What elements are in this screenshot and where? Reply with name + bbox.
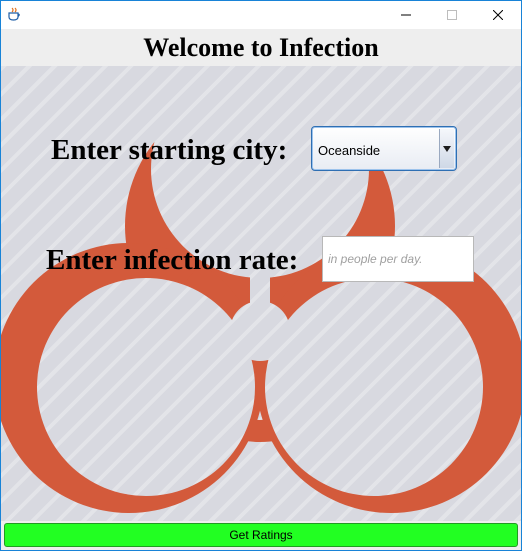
minimize-button[interactable]: [383, 1, 429, 29]
header-panel: Welcome to Infection: [1, 29, 521, 66]
maximize-button[interactable]: [429, 1, 475, 29]
selected-city-value: Oceanside: [318, 143, 381, 158]
infection-rate-label: Enter infection rate:: [46, 244, 299, 276]
dropdown-arrow-button[interactable]: [439, 129, 454, 168]
app-window: Welcome to Infection Enter starting city…: [0, 0, 522, 551]
title-bar[interactable]: [1, 1, 521, 29]
starting-city-select[interactable]: Oceanside: [311, 126, 457, 171]
main-panel: Enter starting city: Oceanside Enter inf…: [1, 66, 521, 521]
action-bar: Get Ratings: [1, 521, 521, 550]
infection-rate-input[interactable]: [322, 236, 474, 282]
page-title: Welcome to Infection: [143, 33, 379, 62]
java-coffee-cup-icon: [7, 7, 21, 21]
minimize-icon: [401, 14, 411, 16]
get-ratings-button[interactable]: Get Ratings: [4, 523, 518, 547]
triangle-down-icon: [443, 146, 451, 152]
maximize-icon: [447, 10, 457, 20]
starting-city-label: Enter starting city:: [51, 134, 288, 166]
close-button[interactable]: [475, 1, 521, 29]
close-icon: [493, 10, 503, 20]
